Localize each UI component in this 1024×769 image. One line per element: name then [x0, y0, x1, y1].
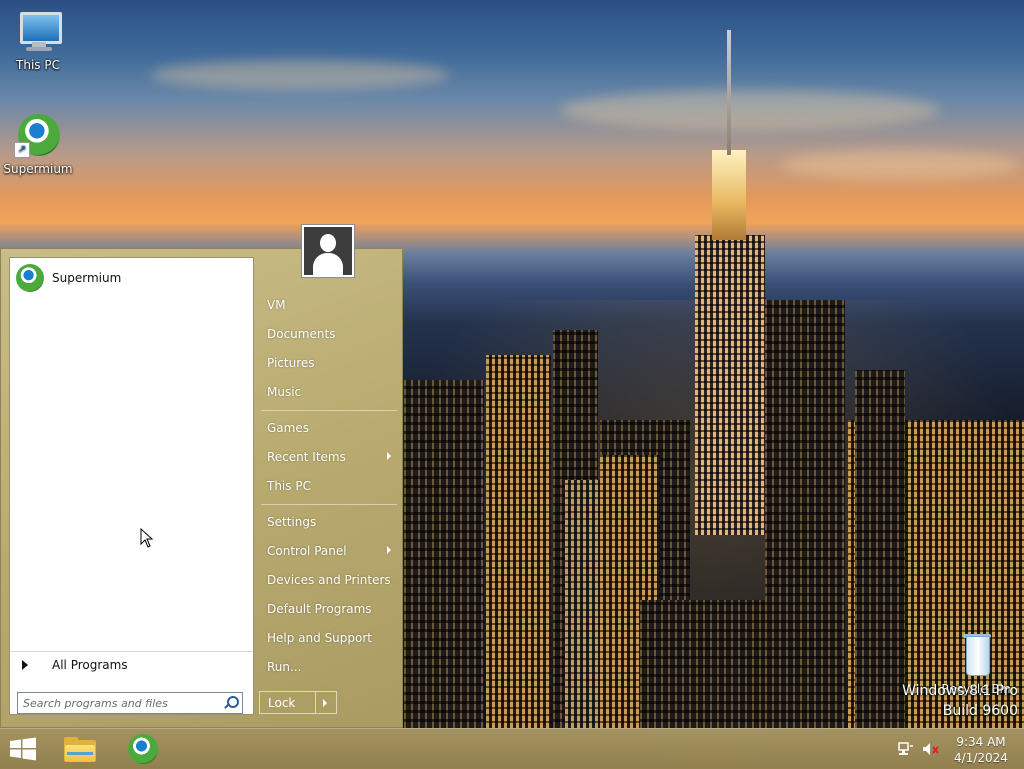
taskbar-file-explorer[interactable] — [64, 734, 98, 764]
wallpaper-cloud — [780, 150, 1020, 180]
chevron-right-icon — [387, 452, 391, 460]
start-link-label: Settings — [267, 514, 317, 529]
search-input[interactable] — [18, 695, 221, 711]
start-link-label: Run... — [267, 659, 302, 674]
pinned-program-label: Supermium — [52, 271, 122, 285]
start-link-settings[interactable]: Settings — [259, 507, 399, 536]
start-link-label: Help and Support — [267, 630, 372, 645]
programs-pane: Supermium All Programs — [9, 257, 254, 715]
start-button[interactable] — [8, 737, 38, 761]
user-avatar-icon — [304, 227, 352, 275]
start-menu: Supermium All Programs VM Documents Pict… — [0, 224, 403, 728]
menu-separator — [261, 410, 397, 411]
wallpaper-building — [765, 300, 845, 728]
start-link-help-and-support[interactable]: Help and Support — [259, 623, 399, 652]
start-link-vm[interactable]: VM — [259, 290, 399, 319]
wallpaper-building — [855, 370, 905, 728]
taskbar-supermium[interactable] — [128, 734, 158, 764]
wallpaper-cloud — [150, 60, 450, 90]
wallpaper-building — [486, 355, 551, 728]
start-link-games[interactable]: Games — [259, 413, 399, 442]
all-programs-label: All Programs — [52, 658, 128, 672]
desktop-icon-label: Supermium — [3, 162, 73, 176]
start-link-pictures[interactable]: Pictures — [259, 348, 399, 377]
wallpaper-tower — [695, 235, 765, 535]
start-link-label: Games — [267, 420, 309, 435]
os-watermark: Windows 8.1 Pro Build 9600 — [902, 683, 1018, 719]
start-link-devices-and-printers[interactable]: Devices and Printers — [259, 565, 399, 594]
volume-muted-icon[interactable] — [922, 742, 940, 756]
start-link-label: Default Programs — [267, 601, 372, 616]
desktop-icon-this-pc[interactable]: This PC — [0, 8, 76, 72]
start-link-this-pc[interactable]: This PC — [259, 471, 399, 500]
start-link-label: Music — [267, 384, 302, 399]
recycle-bin-icon — [952, 632, 1000, 680]
taskbar: 9:34 AM 4/1/2024 — [0, 728, 1024, 769]
supermium-icon — [16, 264, 44, 292]
lock-button[interactable]: Lock — [259, 691, 337, 714]
start-link-documents[interactable]: Documents — [259, 319, 399, 348]
user-picture[interactable] — [301, 224, 355, 278]
start-link-label: VM — [267, 297, 286, 312]
search-icon[interactable] — [221, 694, 239, 712]
start-link-default-programs[interactable]: Default Programs — [259, 594, 399, 623]
taskbar-clock[interactable]: 9:34 AM 4/1/2024 — [948, 734, 1014, 766]
start-link-label: Pictures — [267, 355, 315, 370]
start-link-label: Devices and Printers — [267, 572, 391, 587]
windows-logo-icon — [10, 737, 36, 761]
start-link-music[interactable]: Music — [259, 377, 399, 406]
triangle-right-icon — [22, 660, 28, 670]
start-link-control-panel[interactable]: Control Panel — [259, 536, 399, 565]
network-icon[interactable] — [898, 742, 914, 756]
wallpaper-cloud — [560, 90, 940, 130]
start-link-recent-items[interactable]: Recent Items — [259, 442, 399, 471]
os-build: Build 9600 — [942, 703, 1018, 719]
start-link-label: This PC — [267, 478, 311, 493]
start-link-label: Documents — [267, 326, 336, 341]
os-edition: Windows 8.1 Pro — [902, 683, 1018, 699]
lock-button-label: Lock — [268, 695, 296, 710]
wallpaper-building — [404, 380, 484, 728]
shortcut-arrow-icon: ↗ — [14, 142, 30, 158]
chevron-right-icon — [387, 546, 391, 554]
wallpaper-tower-top — [712, 150, 746, 240]
desktop-icon-label: This PC — [16, 58, 60, 72]
pinned-program-supermium[interactable]: Supermium — [16, 264, 121, 292]
menu-separator — [261, 504, 397, 505]
shutdown-options-button[interactable] — [315, 692, 336, 713]
start-link-run[interactable]: Run... — [259, 652, 399, 681]
mouse-cursor-icon — [140, 528, 154, 548]
search-box[interactable] — [17, 692, 243, 714]
supermium-icon: ↗ — [14, 112, 62, 160]
all-programs-button[interactable]: All Programs — [10, 651, 253, 678]
start-link-label: Control Panel — [267, 543, 347, 558]
computer-icon — [14, 8, 62, 56]
clock-date: 4/1/2024 — [954, 751, 1008, 765]
start-link-label: Recent Items — [267, 449, 346, 464]
wallpaper-tower-spire — [727, 30, 731, 155]
clock-time: 9:34 AM — [956, 735, 1006, 749]
desktop-icon-supermium[interactable]: ↗ Supermium — [0, 112, 76, 176]
chevron-right-icon — [323, 699, 327, 707]
